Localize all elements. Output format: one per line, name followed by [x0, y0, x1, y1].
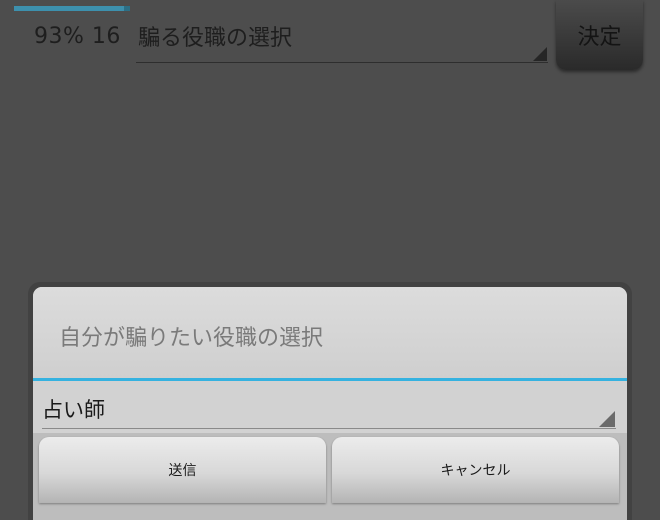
dialog-role-spinner[interactable]: 占い師 — [42, 384, 616, 429]
top-progress-bar — [14, 6, 130, 11]
dropdown-corner-triangle-icon — [599, 411, 615, 427]
dialog-title: 自分が騙りたい役職の選択 — [59, 326, 324, 351]
send-button[interactable]: 送信 — [39, 437, 326, 503]
status-text: 93% 16 — [34, 24, 121, 49]
dialog-header: 自分が騙りたい役職の選択 — [33, 287, 627, 381]
dialog-panel: 自分が騙りたい役職の選択 占い師 送信 キャンセル — [33, 287, 627, 520]
top-progress-fill — [14, 6, 125, 11]
role-select-dialog: 自分が騙りたい役職の選択 占い師 送信 キャンセル — [28, 282, 632, 520]
role-spinner-label: 騙る役職の選択 — [138, 26, 293, 51]
dropdown-corner-triangle-icon — [533, 47, 547, 61]
decide-button[interactable]: 決定 — [556, 0, 643, 70]
role-spinner[interactable]: 騙る役職の選択 — [136, 12, 548, 63]
dialog-button-bar: 送信 キャンセル — [33, 433, 627, 520]
cancel-button[interactable]: キャンセル — [332, 437, 619, 503]
dialog-role-spinner-value: 占い師 — [42, 398, 105, 422]
